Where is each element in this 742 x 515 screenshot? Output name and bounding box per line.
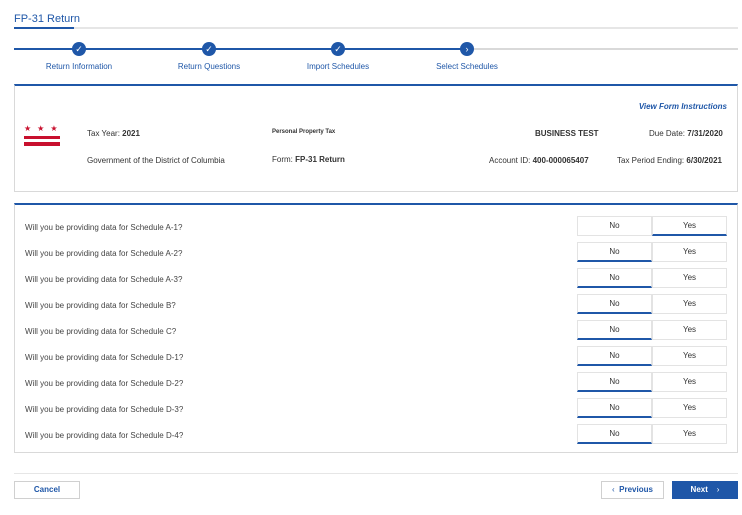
- step-label: Return Questions: [177, 62, 241, 71]
- chevron-right-icon: ›: [460, 42, 474, 56]
- yes-option[interactable]: Yes: [652, 346, 727, 366]
- form-name: Form: FP-31 Return: [272, 155, 345, 164]
- yes-option[interactable]: Yes: [652, 216, 727, 236]
- yes-no-toggle: No Yes: [577, 424, 727, 444]
- no-option[interactable]: No: [577, 372, 652, 392]
- schedule-questions: Will you be providing data for Schedule …: [14, 203, 738, 453]
- yes-no-toggle: No Yes: [577, 398, 727, 418]
- question-text: Will you be providing data for Schedule …: [25, 379, 184, 388]
- no-option[interactable]: No: [577, 424, 652, 444]
- schedule-question-row: Will you be providing data for Schedule …: [15, 424, 737, 448]
- no-option[interactable]: No: [577, 268, 652, 288]
- no-option[interactable]: No: [577, 398, 652, 418]
- no-option[interactable]: No: [577, 320, 652, 340]
- agency-name: Government of the District of Columbia: [87, 156, 225, 165]
- yes-option[interactable]: Yes: [652, 294, 727, 314]
- no-option[interactable]: No: [577, 242, 652, 262]
- yes-no-toggle: No Yes: [577, 268, 727, 288]
- chevron-left-icon: ‹: [612, 485, 615, 494]
- yes-no-toggle: No Yes: [577, 372, 727, 392]
- schedule-question-row: Will you be providing data for Schedule …: [15, 398, 737, 422]
- question-text: Will you be providing data for Schedule …: [25, 275, 183, 284]
- yes-option[interactable]: Yes: [652, 320, 727, 340]
- next-button[interactable]: Next ›: [672, 481, 738, 499]
- view-form-instructions-link[interactable]: View Form Instructions: [639, 102, 727, 111]
- yes-option[interactable]: Yes: [652, 424, 727, 444]
- previous-button[interactable]: ‹ Previous: [601, 481, 664, 499]
- yes-no-toggle: No Yes: [577, 320, 727, 340]
- step-label: Select Schedules: [436, 62, 498, 71]
- question-text: Will you be providing data for Schedule …: [25, 249, 183, 258]
- question-text: Will you be providing data for Schedule …: [25, 353, 184, 362]
- dc-flag-logo: ★★★: [24, 125, 60, 147]
- chevron-right-icon: ›: [716, 485, 720, 494]
- yes-option[interactable]: Yes: [652, 398, 727, 418]
- check-icon: ✓: [331, 42, 345, 56]
- question-text: Will you be providing data for Schedule …: [25, 431, 184, 440]
- step-import-schedules[interactable]: ✓ Import Schedules: [278, 40, 398, 71]
- yes-no-toggle: No Yes: [577, 216, 727, 236]
- step-label: Import Schedules: [306, 62, 370, 71]
- schedule-question-row: Will you be providing data for Schedule …: [15, 320, 737, 344]
- title-underline: [14, 27, 738, 29]
- schedule-question-row: Will you be providing data for Schedule …: [15, 372, 737, 396]
- schedule-question-row: Will you be providing data for Schedule …: [15, 216, 737, 240]
- progress-stepper: ✓ Return Information ✓ Return Questions …: [14, 40, 738, 71]
- tax-type: Personal Property Tax: [272, 129, 336, 135]
- step-return-information[interactable]: ✓ Return Information: [19, 40, 139, 71]
- check-icon: ✓: [202, 42, 216, 56]
- yes-no-toggle: No Yes: [577, 294, 727, 314]
- schedule-question-row: Will you be providing data for Schedule …: [15, 268, 737, 292]
- yes-no-toggle: No Yes: [577, 242, 727, 262]
- schedule-question-row: Will you be providing data for Schedule …: [15, 294, 737, 318]
- question-text: Will you be providing data for Schedule …: [25, 327, 177, 336]
- no-option[interactable]: No: [577, 294, 652, 314]
- page-title: FP-31 Return: [14, 13, 81, 25]
- no-option[interactable]: No: [577, 216, 652, 236]
- step-select-schedules[interactable]: › Select Schedules: [407, 40, 527, 71]
- step-return-questions[interactable]: ✓ Return Questions: [149, 40, 269, 71]
- schedule-question-row: Will you be providing data for Schedule …: [15, 242, 737, 266]
- yes-option[interactable]: Yes: [652, 242, 727, 262]
- tax-period-ending: Tax Period Ending: 6/30/2021: [617, 156, 722, 165]
- account-id: Account ID: 400-000065407: [489, 156, 589, 165]
- yes-no-toggle: No Yes: [577, 346, 727, 366]
- question-text: Will you be providing data for Schedule …: [25, 405, 184, 414]
- schedule-question-row: Will you be providing data for Schedule …: [15, 346, 737, 370]
- business-name: BUSINESS TEST: [535, 129, 599, 138]
- footer-divider: [14, 473, 738, 474]
- question-text: Will you be providing data for Schedule …: [25, 301, 176, 310]
- question-text: Will you be providing data for Schedule …: [25, 223, 183, 232]
- step-label: Return Information: [45, 62, 113, 71]
- tax-year: Tax Year: 2021: [87, 129, 140, 138]
- check-icon: ✓: [72, 42, 86, 56]
- due-date: Due Date: 7/31/2020: [649, 129, 723, 138]
- return-info-panel: View Form Instructions ★★★ Tax Year: 202…: [14, 84, 738, 192]
- yes-option[interactable]: Yes: [652, 372, 727, 392]
- yes-option[interactable]: Yes: [652, 268, 727, 288]
- cancel-button[interactable]: Cancel: [14, 481, 80, 499]
- no-option[interactable]: No: [577, 346, 652, 366]
